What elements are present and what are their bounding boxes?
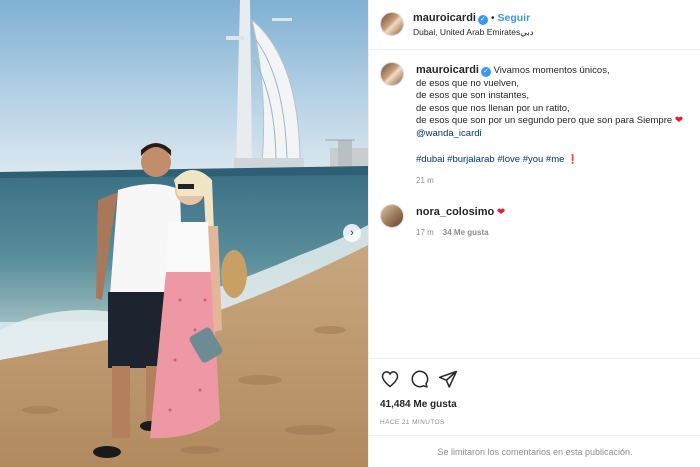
post-side-panel: mauroicardi ✓ • Seguir Dubai, United Arab E… <box>368 0 700 467</box>
separator-dot: • <box>490 13 495 24</box>
share-icon[interactable] <box>438 369 458 389</box>
pushpin-emoji-icon: ❗ <box>567 154 579 164</box>
comment-icon[interactable] <box>409 369 429 389</box>
post-photo[interactable]: › <box>0 0 368 467</box>
caption-author-avatar[interactable] <box>380 62 404 86</box>
caption-username[interactable]: mauroicardi <box>416 64 479 76</box>
caption-line: mauroicardi ✓ Vivamos momentos únicos, <box>416 64 700 78</box>
caption-line-text: de esos que son por un segundo pero que … <box>416 115 673 126</box>
mention-link[interactable]: @wanda_icardi <box>416 128 700 141</box>
hashtags-link[interactable]: #dubai #burjalarab #love #you #me <box>416 154 564 165</box>
verified-badge-icon: ✓ <box>480 67 491 77</box>
action-icons <box>380 369 458 389</box>
comments-limited-notice: Se limitaron los comentarios en esta pub… <box>369 435 700 467</box>
comment-likes[interactable]: 34 Me gusta <box>443 228 489 237</box>
follow-button[interactable]: Seguir <box>497 12 530 24</box>
comment-body: nora_colosimo ❤ <box>416 206 505 218</box>
comment-item: nora_colosimo ❤ 17 m 34 Me gusta <box>380 203 698 243</box>
comment-meta: 17 m 34 Me gusta <box>416 228 489 237</box>
red-heart-emoji-icon: ❤ <box>674 115 684 126</box>
caption-line: de esos que son instantes, <box>416 90 530 101</box>
author-username[interactable]: mauroicardi <box>413 12 476 24</box>
post-location[interactable]: Dubai, United Arab Emiratesدبي <box>413 27 534 38</box>
caption-timestamp: 21 m <box>416 176 434 185</box>
chevron-right-icon: › <box>350 227 354 239</box>
author-avatar[interactable] <box>380 12 404 36</box>
commenter-avatar[interactable] <box>380 204 404 228</box>
commenter-username[interactable]: nora_colosimo <box>416 206 494 218</box>
next-photo-button[interactable]: › <box>343 224 361 242</box>
post-header: mauroicardi ✓ • Seguir Dubai, United Arab E… <box>369 0 700 50</box>
likes-count[interactable]: 41,484 Me gusta <box>380 399 457 410</box>
red-heart-emoji-icon: ❤ <box>496 207 506 218</box>
author-row: mauroicardi ✓ • Seguir <box>413 12 530 25</box>
caption-line-text: Vivamos momentos únicos, <box>493 65 610 76</box>
hashtags-row: #dubai #burjalarab #love #you #me ❗ <box>416 153 700 167</box>
caption-line: de esos que nos llenan por un ratito, <box>416 102 570 114</box>
post-timestamp: HACE 21 MINUTOS <box>380 419 445 426</box>
post-actions-section: 41,484 Me gusta HACE 21 MINUTOS Se limit… <box>369 358 700 467</box>
heart-icon[interactable] <box>380 369 400 389</box>
verified-badge-icon: ✓ <box>477 15 488 25</box>
comment-timestamp: 17 m <box>416 228 434 237</box>
caption-text: mauroicardi ✓ Vivamos momentos únicos, de… <box>416 64 700 167</box>
beach-photo-illustration <box>0 0 368 467</box>
caption-line: de esos que son por un segundo pero que … <box>416 115 700 128</box>
caption-line: de esos que no vuelven, <box>416 77 519 89</box>
